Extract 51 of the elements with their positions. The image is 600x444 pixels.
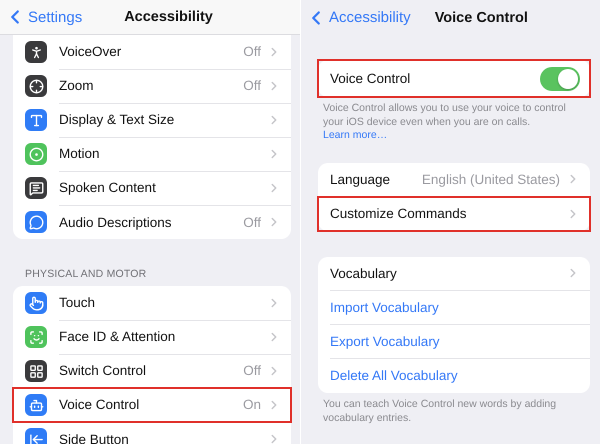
row-label: Voice Control: [59, 397, 140, 412]
footer-note: You can teach Voice Control new words by adding vocabulary entries.: [323, 398, 558, 426]
settings-row[interactable]: Voice Control: [318, 60, 590, 97]
settings-row[interactable]: Delete All Vocabulary: [318, 358, 590, 393]
settings-row[interactable]: Audio Descriptions Off: [13, 205, 291, 239]
row-value: English (United States): [422, 172, 560, 187]
row-value: Off: [243, 214, 261, 230]
settings-row[interactable]: Import Vocabulary: [318, 290, 590, 325]
settings-row[interactable]: Language English (United States): [318, 162, 590, 197]
row-label: Audio Descriptions: [59, 214, 173, 230]
settings-row[interactable]: Zoom Off: [13, 69, 291, 103]
settings-row[interactable]: Spoken Content: [13, 171, 291, 205]
row-label: Customize Commands: [330, 206, 468, 222]
row-label: VoiceOver: [59, 44, 122, 59]
settings-row[interactable]: Display & Text Size: [13, 103, 291, 137]
row-label: Spoken Content: [59, 180, 157, 195]
row-value: Off: [243, 363, 261, 378]
row-label: Motion: [59, 146, 101, 161]
settings-row[interactable]: Voice Control On: [13, 388, 291, 422]
toggle-switch[interactable]: [540, 66, 580, 90]
row-label: Vocabulary: [330, 266, 398, 281]
learn-more-link[interactable]: Learn more…: [323, 129, 388, 142]
row-value: Off: [243, 78, 261, 93]
page-title: Voice Control: [434, 10, 528, 26]
action-link[interactable]: Delete All Vocabulary: [330, 368, 580, 384]
settings-row[interactable]: Motion: [13, 137, 291, 171]
action-link[interactable]: Import Vocabulary: [330, 300, 580, 315]
page-title: Accessibility: [124, 9, 213, 25]
footer-note: Voice Control allows you to use your voice to control your iOS device even when you are on calls. Learn more…: [323, 102, 567, 143]
row-label: Zoom: [59, 78, 95, 93]
row-label: Voice Control: [330, 71, 412, 86]
settings-row[interactable]: Export Vocabulary: [318, 324, 590, 359]
settings-row[interactable]: Side Button: [13, 422, 291, 444]
settings-row[interactable]: Face ID & Attention: [13, 320, 291, 354]
row-label: Switch Control: [59, 363, 148, 378]
settings-row[interactable]: VoiceOver Off: [13, 35, 291, 69]
back-button[interactable]: Settings: [0, 6, 82, 28]
row-label: Face ID & Attention: [59, 329, 176, 344]
row-label: Side Button: [59, 432, 130, 444]
section-header: PHYSICAL AND MOTOR: [25, 268, 148, 280]
row-value: Off: [243, 44, 261, 59]
row-label: Touch: [59, 295, 96, 310]
back-button[interactable]: Accessibility: [301, 6, 411, 28]
settings-row[interactable]: Switch Control Off: [13, 354, 291, 388]
row-label: Display & Text Size: [59, 112, 176, 127]
settings-row[interactable]: Vocabulary: [318, 256, 590, 291]
settings-row[interactable]: Customize Commands: [318, 196, 590, 231]
action-link[interactable]: Export Vocabulary: [330, 334, 580, 349]
row-label: Language: [330, 172, 392, 187]
row-value: On: [242, 397, 261, 412]
settings-row[interactable]: Touch: [13, 286, 291, 320]
